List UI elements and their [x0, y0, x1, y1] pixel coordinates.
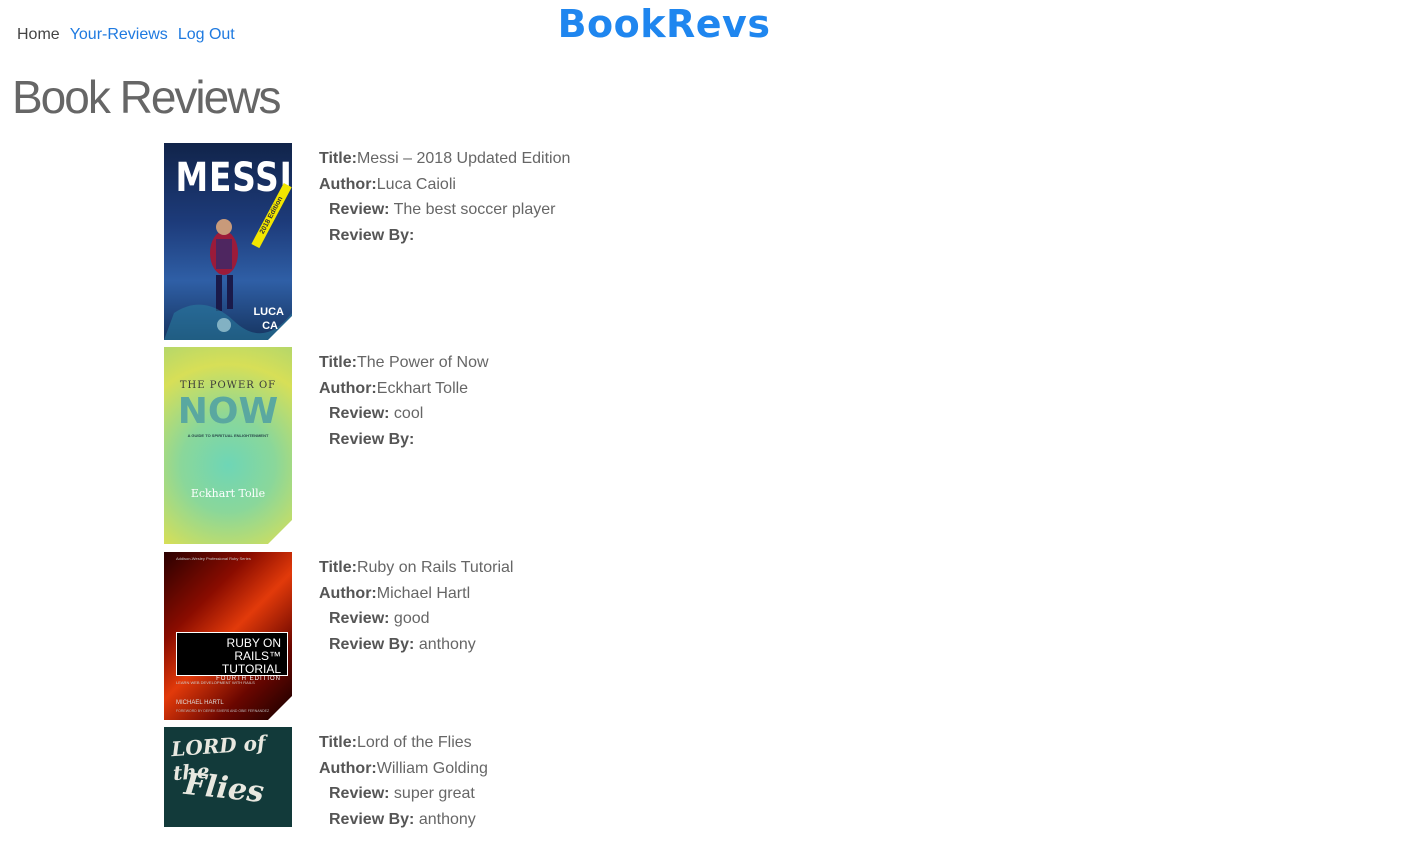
- author-row: Author:William Golding: [319, 759, 488, 777]
- review-text: cool: [393, 405, 424, 422]
- review-item: LORD of the Flies Title:Lord of the Flie…: [164, 727, 1401, 847]
- cover-author-text: MICHAEL HARTL: [176, 700, 224, 706]
- review-by-row: Review By: anthony: [329, 635, 476, 653]
- cover-title-text: TUTORIAL: [221, 662, 281, 676]
- review-row: Review: super great: [329, 785, 475, 802]
- book-cover-image: THE POWER OF NOW A GUIDE TO SPIRITUAL EN…: [164, 347, 292, 544]
- title-row: Title:Lord of the Flies: [319, 734, 472, 751]
- book-cover-image: MESSI 2018 Edition LUCA CA: [164, 143, 292, 340]
- author-row: Author:Michael Hartl: [319, 584, 471, 602]
- cover-title-text: RUBY ON RAILS™: [226, 636, 281, 663]
- review-row: Review: cool: [329, 405, 424, 422]
- book-title: Ruby on Rails Tutorial: [356, 559, 514, 576]
- review-list: MESSI 2018 Edition LUCA CA Title:Messi –…: [164, 143, 1401, 847]
- book-author: Luca Caioli: [376, 175, 456, 193]
- review-info: Title:Lord of the Flies Author:William G…: [319, 730, 488, 832]
- review-text: good: [393, 610, 430, 627]
- review-text: super great: [393, 785, 475, 802]
- review-item: MESSI 2018 Edition LUCA CA Title:Messi –…: [164, 143, 1401, 347]
- review-by-row: Review By: anthony: [329, 810, 476, 828]
- book-title: Lord of the Flies: [356, 734, 472, 751]
- title-row: Title:Messi – 2018 Updated Edition: [319, 150, 571, 167]
- cover-series-text: Addison-Wesley Professional Ruby Series: [176, 556, 251, 561]
- cover-title-box: RUBY ON RAILS™ TUTORIAL FOURTH EDITION: [176, 632, 288, 682]
- review-row: Review: The best soccer player: [329, 201, 556, 218]
- page-curl: [268, 696, 292, 720]
- title-row: Title:Ruby on Rails Tutorial: [319, 559, 514, 576]
- cover-author-text: Eckhart Tolle: [190, 487, 266, 500]
- book-cover-image: Addison-Wesley Professional Ruby Series …: [164, 552, 292, 720]
- review-item: THE POWER OF NOW A GUIDE TO SPIRITUAL EN…: [164, 347, 1401, 552]
- author-row: Author:Eckhart Tolle: [319, 379, 469, 397]
- book-title: The Power of Now: [356, 354, 489, 371]
- cover-foreword-text: FOREWORD BY DEREK SIVERS AND OBIE FERNAN…: [176, 709, 270, 713]
- brand-logo[interactable]: BookRevs: [0, 2, 1328, 46]
- review-info: Title:The Power of Now Author:Eckhart To…: [319, 350, 489, 452]
- review-row: Review: good: [329, 610, 430, 627]
- book-title: Messi – 2018 Updated Edition: [356, 150, 571, 167]
- book-cover-image: LORD of the Flies: [164, 727, 292, 827]
- page-curl: [268, 520, 292, 544]
- review-info: Title:Messi – 2018 Updated Edition Autho…: [319, 146, 570, 248]
- cover-tagline-text: LEARN WEB DEVELOPMENT WITH RAILS: [176, 680, 255, 685]
- book-author: Michael Hartl: [376, 584, 471, 602]
- reviewer-name: anthony: [418, 810, 476, 828]
- review-text: The best soccer player: [393, 201, 556, 218]
- cover-title-text: Flies: [182, 766, 266, 811]
- page-curl: [268, 316, 292, 340]
- page-title: Book Reviews: [12, 71, 281, 123]
- review-by-row: Review By:: [329, 430, 415, 448]
- cover-title-text: NOW: [177, 391, 279, 432]
- review-item: Addison-Wesley Professional Ruby Series …: [164, 552, 1401, 727]
- book-author: William Golding: [376, 759, 488, 777]
- cover-subtitle-text: THE POWER OF: [179, 380, 277, 391]
- review-info: Title:Ruby on Rails Tutorial Author:Mich…: [319, 555, 513, 657]
- review-by-row: Review By:: [329, 226, 415, 244]
- reviewer-name: anthony: [418, 635, 476, 653]
- cover-tagline-text: A GUIDE TO SPIRITUAL ENLIGHTENMENT: [187, 433, 269, 438]
- author-row: Author:Luca Caioli: [319, 175, 456, 193]
- book-author: Eckhart Tolle: [376, 379, 469, 397]
- title-row: Title:The Power of Now: [319, 354, 489, 371]
